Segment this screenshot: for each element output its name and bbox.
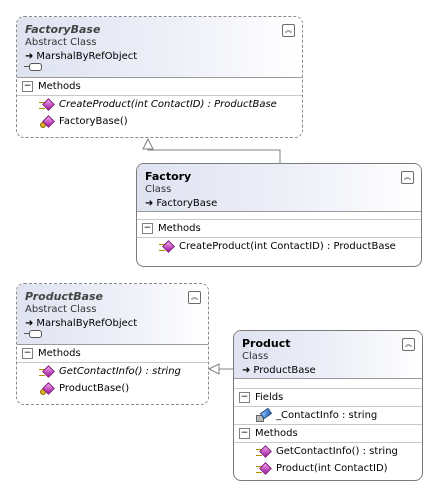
- minus-icon[interactable]: −: [239, 428, 250, 439]
- method-row[interactable]: ProductBase(): [17, 380, 208, 397]
- constructor-icon: [39, 115, 55, 128]
- method-row[interactable]: Product(int ContactID): [234, 460, 422, 477]
- minus-icon[interactable]: −: [239, 392, 250, 403]
- base-class-name: MarshalByRefObject: [36, 318, 138, 329]
- method-label: ProductBase(): [59, 383, 130, 394]
- chevron-up-icon[interactable]: ︽: [188, 291, 201, 304]
- lollipop-icon: [24, 63, 42, 71]
- arrow-right-icon: ➜: [242, 365, 251, 376]
- field-label: _ContactInfo : string: [276, 410, 378, 421]
- section-fields[interactable]: − Fields: [234, 388, 422, 407]
- section-methods[interactable]: − Methods: [234, 425, 422, 443]
- method-icon: [159, 240, 175, 253]
- method-label: CreateProduct(int ContactID) : ProductBa…: [179, 241, 396, 252]
- class-factory[interactable]: Factory Class ➜ FactoryBase ︽ − Methods C…: [136, 163, 422, 267]
- class-kind: Abstract Class: [25, 37, 97, 48]
- class-base: ➜ FactoryBase: [145, 197, 413, 210]
- class-name: FactoryBase: [25, 23, 101, 36]
- constructor-icon: [39, 382, 55, 395]
- method-row[interactable]: CreateProduct(int ContactID) : ProductBa…: [17, 96, 302, 113]
- class-base: ➜ ProductBase: [242, 364, 414, 377]
- section-label: Methods: [158, 223, 201, 234]
- class-name: Factory: [145, 170, 192, 183]
- method-label: GetContactInfo() : string: [59, 366, 181, 377]
- class-header: FactoryBase Abstract Class ➜ MarshalByRef…: [17, 17, 302, 78]
- arrow-right-icon: ➜: [25, 318, 34, 329]
- method-label: FactoryBase(): [59, 116, 128, 127]
- section-methods[interactable]: − Methods: [137, 219, 421, 238]
- inheritance-arrow-icon: [207, 363, 220, 375]
- inheritance-arrow-icon: [142, 137, 154, 150]
- section-label: Methods: [255, 428, 298, 439]
- class-header: Product Class ➜ ProductBase ︽: [234, 331, 422, 379]
- minus-icon[interactable]: −: [142, 223, 153, 234]
- section-label: Methods: [38, 348, 81, 359]
- chevron-up-icon[interactable]: ︽: [402, 338, 415, 351]
- arrow-right-icon: ➜: [25, 51, 34, 62]
- method-icon: [256, 445, 272, 458]
- method-label: Product(int ContactID): [276, 463, 388, 474]
- class-name: Product: [242, 337, 291, 350]
- chevron-up-icon[interactable]: ︽: [401, 171, 414, 184]
- class-product-base[interactable]: ProductBase Abstract Class ➜ MarshalByRef…: [16, 283, 209, 405]
- method-icon: [256, 462, 272, 475]
- method-label: GetContactInfo() : string: [276, 446, 398, 457]
- minus-icon[interactable]: −: [22, 348, 33, 359]
- section-methods[interactable]: − Methods: [17, 345, 208, 363]
- method-row[interactable]: GetContactInfo() : string: [234, 443, 422, 460]
- section-label: Methods: [38, 81, 81, 92]
- class-kind: Class: [242, 351, 269, 362]
- class-kind: Class: [145, 184, 172, 195]
- section-label: Fields: [255, 392, 284, 403]
- base-class-name: MarshalByRefObject: [36, 51, 138, 62]
- method-icon: [39, 365, 55, 378]
- method-row[interactable]: GetContactInfo() : string: [17, 363, 208, 380]
- class-header: Factory Class ➜ FactoryBase ︽: [137, 164, 421, 212]
- method-row[interactable]: FactoryBase(): [17, 113, 302, 130]
- class-base: ➜ MarshalByRefObject: [25, 50, 294, 63]
- section-methods[interactable]: − Methods: [17, 78, 302, 96]
- class-base: ➜ MarshalByRefObject: [25, 317, 200, 330]
- class-name: ProductBase: [25, 290, 104, 303]
- class-header: ProductBase Abstract Class ➜ MarshalByRef…: [17, 284, 208, 345]
- lollipop-icon: [24, 330, 42, 338]
- class-factory-base[interactable]: FactoryBase Abstract Class ➜ MarshalByRef…: [16, 16, 303, 138]
- inheritance-line-factory: [147, 139, 281, 163]
- minus-icon[interactable]: −: [22, 81, 33, 92]
- arrow-right-icon: ➜: [145, 198, 154, 209]
- field-row[interactable]: _ContactInfo : string: [234, 407, 422, 425]
- base-class-name: FactoryBase: [156, 198, 218, 209]
- chevron-up-icon[interactable]: ︽: [282, 24, 295, 37]
- field-icon: [256, 407, 273, 422]
- method-row[interactable]: CreateProduct(int ContactID) : ProductBa…: [137, 238, 421, 255]
- base-class-name: ProductBase: [253, 365, 316, 376]
- method-label: CreateProduct(int ContactID) : ProductBa…: [59, 99, 277, 110]
- class-kind: Abstract Class: [25, 304, 97, 315]
- class-product[interactable]: Product Class ➜ ProductBase ︽ − Fields _C…: [233, 330, 423, 481]
- method-icon: [39, 98, 55, 111]
